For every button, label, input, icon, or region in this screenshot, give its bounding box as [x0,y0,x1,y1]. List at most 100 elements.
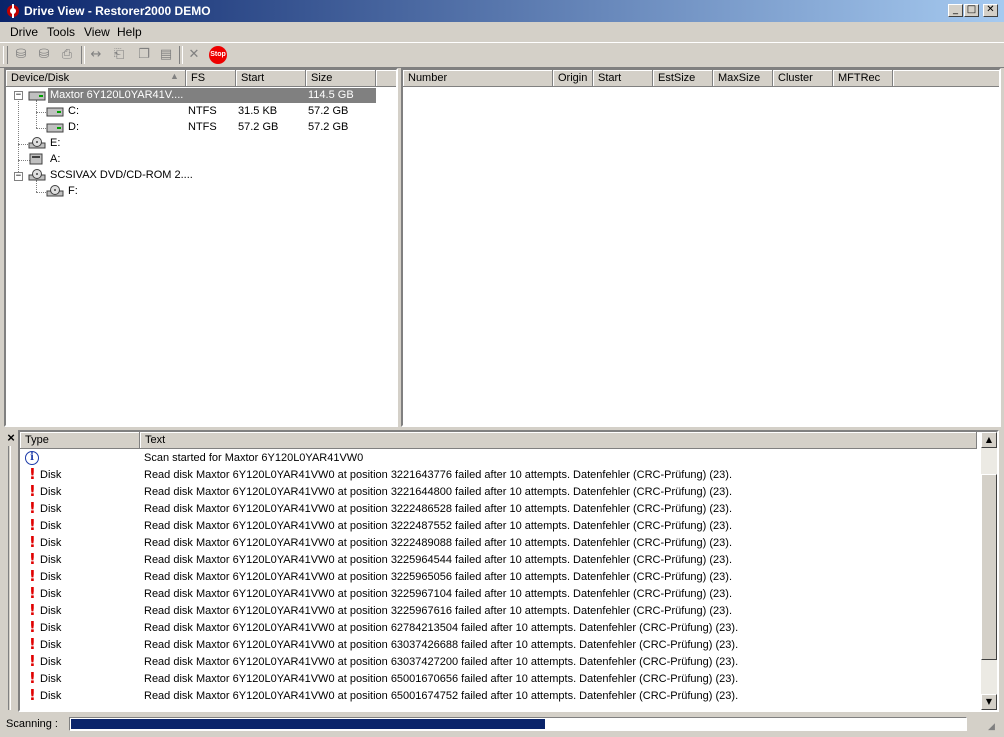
log-row[interactable]: ! Disk Read disk Maxtor 6Y120L0YAR41VW0 at… [20,518,980,535]
log-type: Disk [40,639,62,651]
save-icon[interactable]: ▤ [156,46,176,64]
col-origin[interactable]: Origin [553,70,593,87]
log-row[interactable]: ! Disk Read disk Maxtor 6Y120L0YAR41VW0 at… [20,637,980,654]
export-icon[interactable]: ⎗ [109,46,129,64]
drive-name[interactable]: A: [50,153,60,165]
close-button[interactable]: ✕ [983,4,998,17]
partition-fs: NTFS [188,121,217,133]
col-text[interactable]: Text [140,432,977,449]
log-type: Disk [40,690,62,702]
error-icon: ! [29,465,36,483]
log-row[interactable]: ! Disk Read disk Maxtor 6Y120L0YAR41VW0 at… [20,535,980,552]
toolbar-separator [179,46,183,64]
error-icon: ! [29,686,36,704]
log-type: Disk [40,588,62,600]
window-title: Drive View - Restorer2000 DEMO [24,4,211,18]
col-size[interactable]: Size [306,70,376,87]
error-icon: ! [29,516,36,534]
partition-name[interactable]: D: [68,121,79,133]
error-icon: ! [29,550,36,568]
partition-size: 57.2 GB [308,105,349,117]
log-type: Disk [40,520,62,532]
log-type: Disk [40,469,62,481]
collapse-icon[interactable]: − [14,91,23,100]
partition-name[interactable]: C: [68,105,79,117]
partition-icon [46,107,64,117]
log-row[interactable]: ! Disk Read disk Maxtor 6Y120L0YAR41VW0 at… [20,484,980,501]
menu-tools[interactable]: Tools [47,25,75,39]
log-row[interactable]: ! Disk Read disk Maxtor 6Y120L0YAR41VW0 at… [20,586,980,603]
log-text: Read disk Maxtor 6Y120L0YAR41VW0 at posi… [144,656,739,668]
log-scrollbar[interactable]: ▲ ▼ [981,432,997,710]
scroll-up-icon[interactable]: ▲ [981,432,997,448]
open-image-icon[interactable]: ⛁ [34,46,54,64]
log-row[interactable]: ! Disk Read disk Maxtor 6Y120L0YAR41VW0 at… [20,552,980,569]
log-row[interactable]: ! Disk Read disk Maxtor 6Y120L0YAR41VW0 at… [20,671,980,688]
scroll-down-icon[interactable]: ▼ [981,694,997,710]
log-type: Disk [40,605,62,617]
col-mftrec[interactable]: MFTRec [833,70,893,87]
cdrom-icon [28,137,46,149]
open-disk-icon[interactable]: ⛁ [11,46,31,64]
error-icon: ! [29,669,36,687]
log-text: Read disk Maxtor 6Y120L0YAR41VW0 at posi… [144,673,739,685]
log-row[interactable]: ! Disk Read disk Maxtor 6Y120L0YAR41VW0 at… [20,620,980,637]
col-number[interactable]: Number [403,70,553,87]
drive-name[interactable]: F: [68,185,78,197]
delete-icon[interactable]: ✕ [184,46,204,64]
log-text: Read disk Maxtor 6Y120L0YAR41VW0 at posi… [144,605,733,617]
menu-view[interactable]: View [84,25,110,39]
close-log-icon[interactable]: × [4,431,18,445]
col-type[interactable]: Type [20,432,140,449]
cdrom-icon [28,169,46,181]
log-row[interactable]: ! Disk Read disk Maxtor 6Y120L0YAR41VW0 at… [20,501,980,518]
resize-icon[interactable]: ↔ [86,46,106,64]
log-row[interactable]: ! Disk Read disk Maxtor 6Y120L0YAR41VW0 at… [20,569,980,586]
col-empty [376,70,396,87]
log-type: Disk [40,673,62,685]
log-row[interactable]: ! Disk Read disk Maxtor 6Y120L0YAR41VW0 at… [20,467,980,484]
drive-name[interactable]: E: [50,137,60,149]
log-type: Disk [40,486,62,498]
log-text: Read disk Maxtor 6Y120L0YAR41VW0 at posi… [144,571,733,583]
log-panel: Type Text i Scan started for Maxtor 6Y120… [18,430,999,712]
col-start[interactable]: Start [236,70,306,87]
col-maxsize[interactable]: MaxSize [713,70,773,87]
scroll-thumb[interactable] [981,474,997,660]
collapse-icon[interactable]: − [14,172,23,181]
log-type: Disk [40,554,62,566]
toolbar-grip[interactable] [3,46,8,64]
col-start[interactable]: Start [593,70,653,87]
menu-bar [0,22,1004,42]
floppy-drive-icon [29,153,43,165]
error-icon: ! [29,635,36,653]
tree-line [18,96,19,176]
copy-icon[interactable]: ❐ [134,46,154,64]
tree-line [36,100,37,128]
print-icon[interactable]: ⎙ [57,46,77,64]
col-estsize[interactable]: EstSize [653,70,713,87]
log-type: Disk [40,571,62,583]
stop-button[interactable]: Stop [209,46,227,64]
device-panel: Device/Disk ▲ FS Start Size − Maxtor 6Y1… [4,68,398,427]
log-row[interactable]: ! Disk Read disk Maxtor 6Y120L0YAR41VW0 at… [20,688,980,705]
log-text: Read disk Maxtor 6Y120L0YAR41VW0 at posi… [144,537,733,549]
log-row[interactable]: ! Disk Read disk Maxtor 6Y120L0YAR41VW0 at… [20,654,980,671]
menu-help[interactable]: Help [117,25,142,39]
log-row[interactable]: i Scan started for Maxtor 6Y120L0YAR41VW0 [20,450,980,467]
device-name[interactable]: SCSIVAX DVD/CD-ROM 2.... [50,169,193,181]
resize-grip-icon[interactable]: ◢ [988,721,1000,733]
col-cluster[interactable]: Cluster [773,70,833,87]
log-grip[interactable] [8,446,11,710]
col-device-disk[interactable]: Device/Disk [6,70,186,87]
partition-start: 57.2 GB [238,121,279,133]
log-type: Disk [40,622,62,634]
sort-arrow-icon: ▲ [170,71,179,81]
log-row[interactable]: ! Disk Read disk Maxtor 6Y120L0YAR41VW0 at… [20,603,980,620]
menu-drive[interactable]: Drive [10,25,38,39]
minimize-button[interactable]: _ [948,4,963,17]
error-icon: ! [29,652,36,670]
maximize-button[interactable]: □ [964,4,979,17]
device-size: 114.5 GB [308,89,354,101]
col-fs[interactable]: FS [186,70,236,87]
